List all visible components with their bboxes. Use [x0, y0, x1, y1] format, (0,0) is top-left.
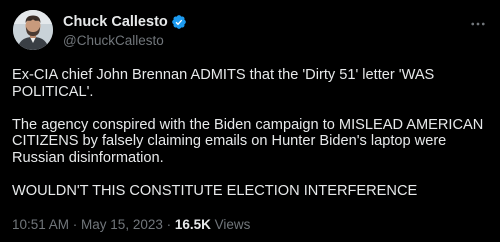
meta-separator: · — [162, 217, 175, 232]
tweet-card: Chuck Callesto @ChuckCallesto Ex-CIA chi… — [0, 0, 500, 242]
tweet-date[interactable]: May 15, 2023 — [81, 217, 163, 232]
verified-badge-icon — [171, 14, 187, 30]
display-name[interactable]: Chuck Callesto — [63, 14, 168, 30]
tweet-paragraph: Ex-CIA chief John Brennan ADMITS that th… — [12, 67, 439, 100]
handle[interactable]: @ChuckCallesto — [63, 33, 187, 48]
more-options-icon[interactable] — [468, 14, 488, 34]
tweet-paragraph: The agency conspired with the Biden camp… — [12, 116, 488, 166]
avatar[interactable] — [13, 10, 53, 50]
tweet-meta: 10:51 AM · May 15, 2023 · 16.5K Views — [12, 217, 250, 232]
views-label: Views — [210, 217, 251, 232]
views-count[interactable]: 16.5K — [175, 217, 211, 232]
tweet-paragraph: WOULDN'T THIS CONSTITUTE ELECTION INTERF… — [12, 183, 418, 200]
display-name-row: Chuck Callesto — [63, 13, 187, 31]
tweet-text: Ex-CIA chief John Brennan ADMITS that th… — [12, 67, 490, 200]
tweet-time[interactable]: 10:51 AM — [12, 217, 69, 232]
avatar-image — [13, 10, 53, 50]
meta-separator: · — [69, 217, 82, 232]
author-info: Chuck Callesto @ChuckCallesto — [63, 13, 187, 48]
